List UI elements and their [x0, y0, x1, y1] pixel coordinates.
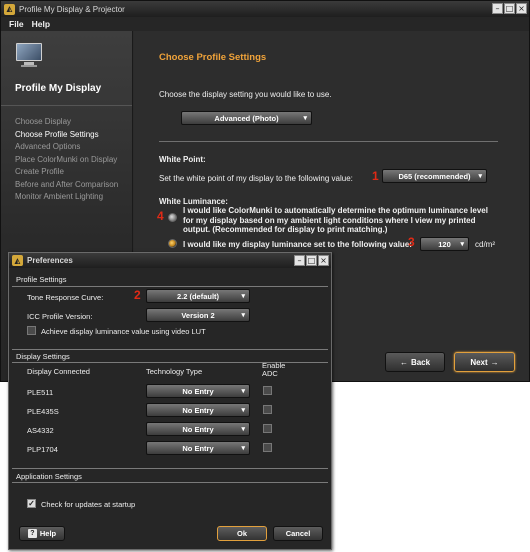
- close-button[interactable]: ×: [318, 255, 329, 266]
- technology-type-dropdown[interactable]: No Entry ▾: [146, 422, 250, 436]
- technology-type-dropdown[interactable]: No Entry ▾: [146, 384, 250, 398]
- chevron-down-icon: ▾: [460, 241, 464, 248]
- menu-file[interactable]: File: [9, 19, 24, 29]
- callout-marker-3: 3: [408, 235, 415, 249]
- application-settings-heading: Application Settings: [16, 472, 82, 481]
- arrow-right-icon: →: [490, 357, 499, 367]
- section-divider: [159, 141, 498, 142]
- auto-luminance-radio[interactable]: [168, 213, 177, 222]
- trc-label: Tone Response Curve:: [27, 293, 104, 302]
- monitor-icon: [16, 43, 42, 69]
- app-logo-icon: ◭: [4, 3, 15, 15]
- col-technology-type: Technology Type: [146, 367, 203, 376]
- next-button[interactable]: Next →: [454, 352, 515, 372]
- video-lut-checkbox[interactable]: [27, 326, 36, 335]
- maximize-button[interactable]: □: [306, 255, 317, 266]
- sidebar-heading: Profile My Display: [15, 83, 102, 94]
- callout-marker-2: 2: [134, 288, 141, 302]
- chevron-down-icon: ▾: [241, 426, 245, 433]
- display-setting-dropdown[interactable]: Advanced (Photo) ▾: [181, 111, 312, 125]
- cancel-button[interactable]: Cancel: [273, 526, 323, 541]
- section-divider: [12, 482, 328, 483]
- display-settings-heading: Display Settings: [16, 352, 70, 361]
- step-create-profile: Create Profile: [15, 167, 64, 176]
- manual-luminance-radio[interactable]: [168, 239, 177, 248]
- white-point-label: White Point:: [159, 155, 206, 164]
- display-name: PLE511: [27, 388, 54, 397]
- step-before-after: Before and After Comparison: [15, 179, 119, 189]
- technology-type-dropdown[interactable]: No Entry ▾: [146, 403, 250, 417]
- window-title: Profile My Display & Projector: [19, 4, 125, 14]
- menu-bar: File Help: [1, 17, 529, 31]
- display-setting-prompt: Choose the display setting you would lik…: [159, 90, 332, 99]
- chevron-down-icon: ▾: [241, 293, 245, 300]
- section-divider: [12, 468, 328, 469]
- check-updates-checkbox[interactable]: ✓: [27, 499, 36, 508]
- chevron-down-icon: ▾: [303, 115, 307, 122]
- minimize-button[interactable]: –: [492, 3, 503, 14]
- chevron-down-icon: ▾: [241, 445, 245, 452]
- maximize-button[interactable]: □: [504, 3, 515, 14]
- step-list: Choose Display Choose Profile Settings A…: [15, 117, 118, 205]
- white-point-dropdown[interactable]: D65 (recommended) ▾: [382, 169, 487, 183]
- luminance-value: 120: [438, 239, 451, 249]
- chevron-down-icon: ▾: [478, 173, 482, 180]
- menu-help[interactable]: Help: [32, 19, 50, 29]
- checkmark-icon: ✓: [28, 499, 35, 508]
- arrow-left-icon: ←: [399, 357, 408, 367]
- col-display-connected: Display Connected: [27, 367, 90, 376]
- manual-luminance-label: I would like my display luminance set to…: [183, 240, 412, 249]
- video-lut-label: Achieve display luminance value using vi…: [41, 327, 206, 336]
- chevron-down-icon: ▾: [241, 388, 245, 395]
- section-divider: [12, 286, 328, 287]
- back-button[interactable]: ← Back: [385, 352, 445, 372]
- technology-type-dropdown[interactable]: No Entry ▾: [146, 441, 250, 455]
- step-monitor-ambient: Monitor Ambient Lighting: [15, 192, 104, 201]
- dialog-title: Preferences: [27, 256, 73, 265]
- help-button[interactable]: ? Help: [19, 526, 65, 541]
- step-choose-profile-settings: Choose Profile Settings: [15, 129, 99, 139]
- enable-adc-checkbox[interactable]: [263, 405, 272, 414]
- icc-version-value: Version 2: [181, 310, 215, 320]
- chevron-down-icon: ▾: [241, 407, 245, 414]
- profile-settings-heading: Profile Settings: [16, 275, 67, 284]
- close-button[interactable]: ×: [516, 3, 527, 14]
- page-title: Choose Profile Settings: [159, 52, 267, 63]
- enable-adc-checkbox[interactable]: [263, 386, 272, 395]
- icc-version-label: ICC Profile Version:: [27, 312, 93, 321]
- callout-marker-1: 1: [372, 169, 379, 183]
- luminance-dropdown[interactable]: 120 ▾: [420, 237, 469, 251]
- main-titlebar: ◭ Profile My Display & Projector – □ ×: [1, 1, 529, 17]
- callout-marker-4: 4: [157, 209, 164, 223]
- section-divider: [12, 349, 328, 350]
- trc-dropdown[interactable]: 2.2 (default) ▾: [146, 289, 250, 303]
- chevron-down-icon: ▾: [241, 312, 245, 319]
- enable-adc-checkbox[interactable]: [263, 443, 272, 452]
- white-point-value: D65 (recommended): [398, 171, 471, 181]
- display-setting-value: Advanced (Photo): [214, 113, 279, 123]
- minimize-button[interactable]: –: [294, 255, 305, 266]
- step-choose-display: Choose Display: [15, 117, 72, 126]
- step-advanced-options: Advanced Options: [15, 142, 81, 151]
- display-name: PLP1704: [27, 445, 58, 454]
- white-point-prompt: Set the white point of my display to the…: [159, 174, 353, 183]
- icc-version-dropdown[interactable]: Version 2 ▾: [146, 308, 250, 322]
- enable-adc-checkbox[interactable]: [263, 424, 272, 433]
- auto-luminance-label: I would like ColorMunki to automatically…: [183, 206, 488, 234]
- display-name: AS4332: [27, 426, 54, 435]
- white-luminance-label: White Luminance:: [159, 197, 228, 206]
- app-logo-icon: ◭: [12, 255, 23, 266]
- check-updates-label: Check for updates at startup: [41, 500, 136, 509]
- sidebar-divider: [1, 105, 132, 106]
- display-name: PLE435S: [27, 407, 59, 416]
- step-place-colormunki: Place ColorMunki on Display: [15, 154, 118, 164]
- preferences-dialog: ◭ Preferences – □ × Profile Settings Ton…: [8, 252, 332, 550]
- preferences-titlebar: ◭ Preferences – □ ×: [9, 253, 331, 268]
- luminance-unit: cd/m²: [475, 240, 495, 249]
- ok-button[interactable]: Ok: [217, 526, 267, 541]
- help-icon: ?: [27, 529, 37, 538]
- col-enable-adc: Enable ADC: [262, 361, 286, 378]
- trc-value: 2.2 (default): [176, 291, 220, 301]
